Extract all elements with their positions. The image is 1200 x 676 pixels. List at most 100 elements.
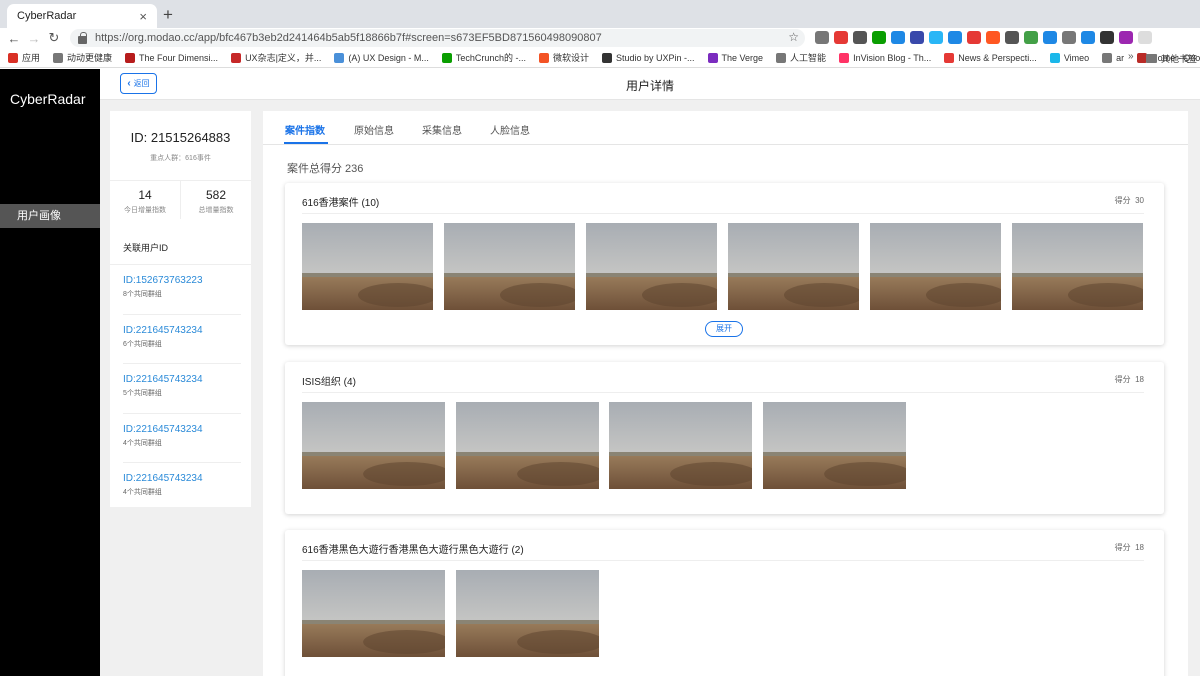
bookmark-label: InVision Blog - Th... xyxy=(853,52,932,63)
shared-groups: 5个共同群组 xyxy=(123,390,162,397)
bookmark-item[interactable]: 应用 xyxy=(8,51,40,64)
tab-raw-info[interactable]: 原始信息 xyxy=(354,122,394,137)
extension-icon[interactable] xyxy=(891,31,905,44)
sidebar-item-user-profile[interactable]: 用户画像 xyxy=(0,204,100,228)
back-button-label: 返回 xyxy=(133,79,150,88)
expand-button[interactable]: 展开 xyxy=(705,321,743,337)
score-value: 18 xyxy=(1135,375,1144,384)
extension-icon[interactable] xyxy=(815,31,829,44)
tab-collected-info[interactable]: 采集信息 xyxy=(422,122,462,137)
case-photo-thumbnail[interactable] xyxy=(870,223,1001,310)
bookmark-item[interactable]: (A) UX Design - M... xyxy=(334,52,429,63)
forward-arrow-icon[interactable]: → xyxy=(24,31,44,46)
bookmark-item[interactable]: Vimeo xyxy=(1049,52,1089,63)
list-item[interactable]: ID:221645743234 6个共同群组 xyxy=(123,315,241,364)
bookmark-favicon-icon xyxy=(1102,52,1113,63)
score-value: 18 xyxy=(1135,543,1144,552)
extension-icon[interactable] xyxy=(1119,31,1133,44)
bookmark-item[interactable]: The Four Dimensi... xyxy=(125,52,218,63)
list-item[interactable]: ID:221645743234 4个共同群组 xyxy=(123,463,241,513)
other-bookmarks[interactable]: 其他书签 xyxy=(1146,52,1197,65)
stat-value: 582 xyxy=(205,188,227,202)
case-photo-thumbnail[interactable] xyxy=(302,402,445,489)
extension-icon[interactable] xyxy=(986,31,1000,44)
extension-icon[interactable] xyxy=(1138,31,1152,44)
extension-icon[interactable] xyxy=(872,31,886,44)
case-photo-thumbnail[interactable] xyxy=(302,570,445,657)
related-user-id[interactable]: ID:221645743234 xyxy=(123,374,241,385)
bookmark-item[interactable]: UX杂志|定义，并... xyxy=(231,51,321,64)
list-item[interactable]: ID:221645743234 5个共同群组 xyxy=(123,364,241,414)
extension-icon[interactable] xyxy=(1081,31,1095,44)
bookmark-item[interactable]: News & Perspecti... xyxy=(944,52,1037,63)
tab-close-icon[interactable]: × xyxy=(139,9,147,24)
page-title: 用户详情 xyxy=(625,79,674,93)
reload-icon[interactable]: ↻ xyxy=(44,30,64,46)
bookmark-item[interactable]: Studio by UXPin -... xyxy=(601,52,695,63)
bookmark-item[interactable]: 微软设计 xyxy=(538,51,589,64)
case-photo-thumbnail[interactable] xyxy=(728,223,859,310)
extension-icon[interactable] xyxy=(853,31,867,44)
case-score: 得分 18 xyxy=(1115,542,1144,553)
related-user-id[interactable]: ID:152673763223 xyxy=(123,275,241,286)
extension-icon[interactable] xyxy=(1062,31,1076,44)
extension-icon[interactable] xyxy=(1024,31,1038,44)
score-value: 30 xyxy=(1135,196,1144,205)
bookmark-label: The Verge xyxy=(721,52,764,63)
case-photo-thumbnail[interactable] xyxy=(455,570,599,657)
score-label: 得分 xyxy=(1114,375,1131,384)
bookmark-label: TechCrunch的 -... xyxy=(455,53,526,63)
bookmark-label: Studio by UXPin -... xyxy=(615,52,695,63)
extension-icon[interactable] xyxy=(967,31,981,44)
tab-case-index[interactable]: 案件指数 xyxy=(285,122,325,137)
case-score: 得分 18 xyxy=(1115,374,1144,385)
extension-icon[interactable] xyxy=(1005,31,1019,44)
page-header: 用户详情 ‹ 返回 xyxy=(100,69,1200,100)
related-user-id[interactable]: ID:221645743234 xyxy=(123,424,241,435)
bookmark-item[interactable]: InVision Blog - Th... xyxy=(839,52,932,63)
tab-face-info[interactable]: 人脸信息 xyxy=(490,122,530,137)
detail-panel: 案件指数 原始信息 采集信息 人脸信息 案件总得分 236 616香港案件 (1… xyxy=(263,111,1188,676)
related-user-id[interactable]: ID:221645743234 xyxy=(123,473,241,484)
list-item[interactable]: ID:221645743234 4个共同群组 xyxy=(123,414,241,463)
case-photo-thumbnail[interactable] xyxy=(455,402,599,489)
bookmark-favicon-icon xyxy=(125,52,136,63)
shared-groups: 6个共同群组 xyxy=(123,340,162,348)
extension-icon[interactable] xyxy=(948,31,962,44)
bookmarks-more-icon[interactable]: » xyxy=(1128,51,1134,62)
url-bar[interactable]: https://org.modao.cc/app/bfc467b3eb2d241… xyxy=(70,29,805,47)
extension-icon[interactable] xyxy=(1043,31,1057,44)
case-photo-thumbnail[interactable] xyxy=(1012,223,1143,310)
extension-icon[interactable] xyxy=(1100,31,1114,44)
bookmark-item[interactable]: The Verge xyxy=(707,52,764,63)
user-id: ID: 21515264883 xyxy=(130,130,231,145)
browser-tab[interactable]: CyberRadar × xyxy=(7,4,157,28)
extension-icons xyxy=(815,31,1152,44)
related-user-id[interactable]: ID:221645743234 xyxy=(123,325,241,336)
address-bar-row: ← → ↻ https://org.modao.cc/app/bfc467b3e… xyxy=(0,28,1200,48)
lock-icon xyxy=(78,31,87,44)
extension-icon[interactable] xyxy=(910,31,924,44)
new-tab-button[interactable]: + xyxy=(163,5,173,25)
case-photo-thumbnail[interactable] xyxy=(586,223,717,310)
bookmark-favicon-icon xyxy=(776,52,787,63)
case-photo-thumbnail[interactable] xyxy=(302,223,433,310)
back-button[interactable]: ‹ 返回 xyxy=(120,73,157,94)
bookmark-favicon-icon xyxy=(707,52,718,63)
case-photo-thumbnail[interactable] xyxy=(444,223,575,310)
extension-icon[interactable] xyxy=(929,31,943,44)
bookmark-item[interactable]: 人工智能 xyxy=(776,51,826,64)
case-photo-thumbnail[interactable] xyxy=(762,402,906,489)
bookmark-label: (A) UX Design - M... xyxy=(348,52,429,63)
extension-icon[interactable] xyxy=(834,31,848,44)
bookmark-item[interactable]: TechCrunch的 -... xyxy=(441,51,526,64)
other-bookmarks-label: 其他书签 xyxy=(1161,54,1198,64)
bookmark-favicon-icon xyxy=(8,52,18,63)
case-photo-thumbnail[interactable] xyxy=(609,402,752,489)
list-item[interactable]: ID:152673763223 8个共同群组 xyxy=(123,265,241,315)
bookmark-item[interactable]: ar xyxy=(1102,52,1124,63)
bookmark-item[interactable]: 动动更健康 xyxy=(53,51,112,64)
bookmark-star-icon[interactable]: ☆ xyxy=(788,30,799,44)
stats-row: 14 今日增量指数 582 总增量指数 xyxy=(110,180,251,219)
back-arrow-icon[interactable]: ← xyxy=(4,31,24,46)
